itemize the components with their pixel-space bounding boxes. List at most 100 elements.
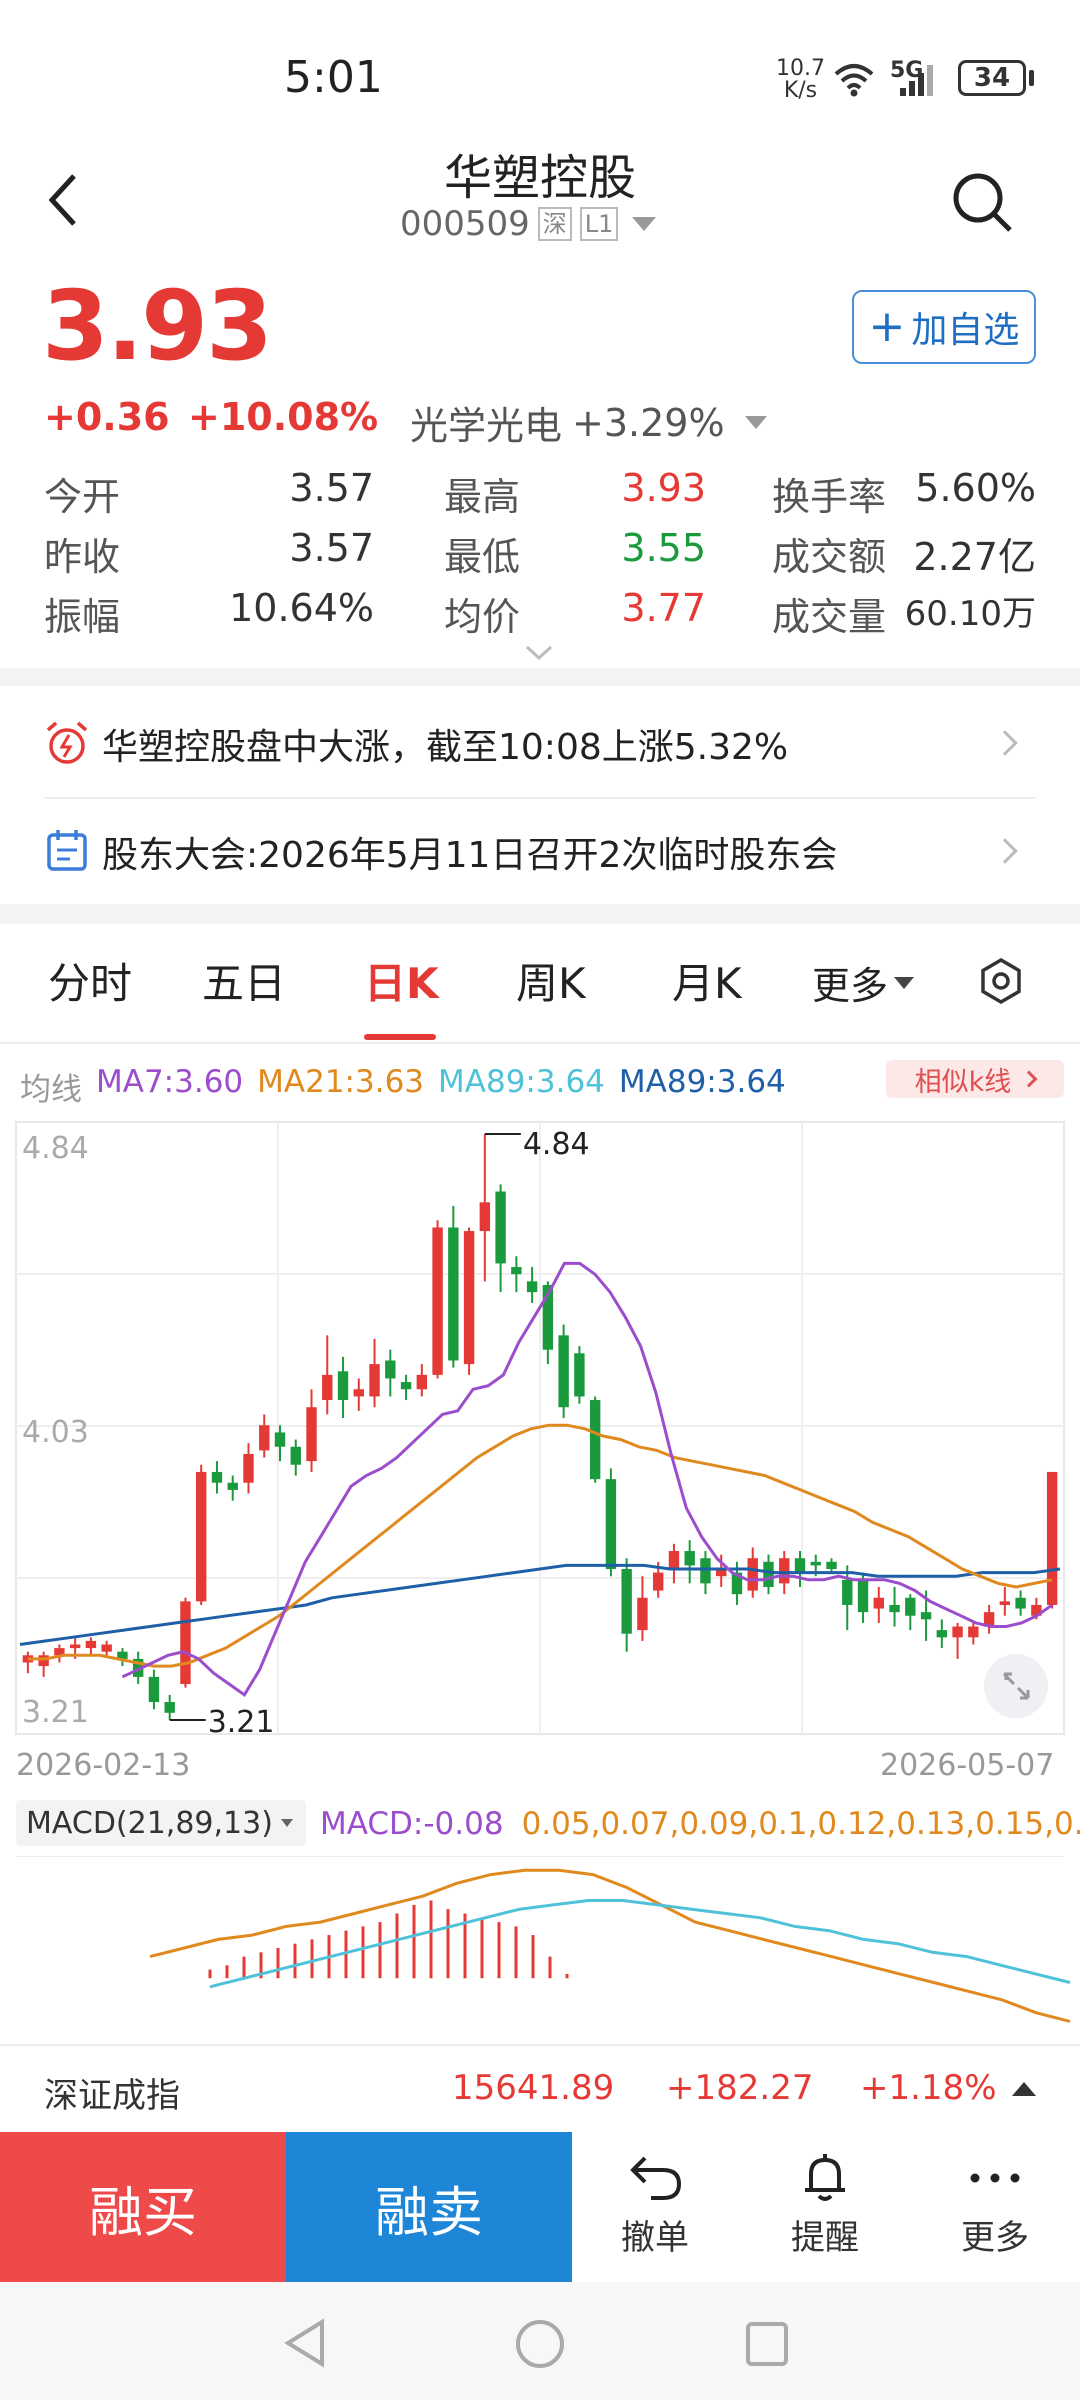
candle — [306, 1407, 317, 1462]
y-tick: 3.21 — [22, 1695, 89, 1730]
candle — [574, 1353, 585, 1397]
candle — [747, 1558, 758, 1591]
add-watch-button[interactable]: + 加自选 — [852, 290, 1036, 364]
candle — [668, 1551, 680, 1570]
candle — [684, 1551, 695, 1566]
nav-home-icon[interactable] — [514, 2318, 566, 2370]
candle — [637, 1597, 648, 1631]
price-change: +0.36 — [44, 395, 170, 439]
chevron-right-icon — [992, 730, 1018, 756]
nav-recents-icon[interactable] — [744, 2320, 790, 2368]
ma89b-value: MA89:3.64 — [618, 1064, 786, 1100]
caret-down-icon — [894, 976, 915, 989]
net-speed-value: 10.7 — [776, 56, 825, 81]
more-dots-icon — [970, 2173, 1020, 2183]
index-value: 15641.89 — [452, 2068, 615, 2108]
plus-icon: + — [868, 301, 906, 352]
stat-amp: 10.64% — [229, 586, 374, 630]
tab-monthly-k[interactable]: 月K — [672, 950, 742, 1011]
undo-icon — [630, 2156, 682, 2200]
y-tick: 4.84 — [22, 1131, 89, 1166]
margin-buy-button[interactable]: 融买 — [0, 2132, 286, 2282]
ma7-line — [121, 1261, 1053, 1697]
ma89a-value: MA89:3.64 — [438, 1064, 605, 1100]
index-name: 深证成指 — [44, 2076, 180, 2116]
candlestick-chart[interactable]: 4.84 4.03 3.21 4.84 3.21 — [0, 1120, 1080, 1740]
tab-weekly-k[interactable]: 周K — [516, 950, 586, 1011]
macd-selector[interactable]: MACD(21,89,13) — [16, 1800, 306, 1846]
divider — [0, 1042, 1080, 1044]
net-speed: 10.7 K/s — [776, 58, 825, 102]
expand-chevron-icon[interactable] — [524, 644, 554, 662]
index-bar[interactable]: 深证成指 15641.89 +182.27 +1.18% — [0, 2044, 1080, 2132]
back-icon[interactable] — [44, 172, 84, 228]
candle — [700, 1558, 711, 1584]
low-marker-label: 3.21 — [208, 1705, 275, 1740]
cancel-order-button[interactable]: 撤单 — [590, 2150, 720, 2270]
candle — [794, 1558, 806, 1573]
news-text: 华塑控股盘中大涨，截至10:08上涨5.32% — [102, 727, 789, 768]
macd-title: MACD(21,89,13) — [26, 1805, 273, 1841]
candle — [511, 1267, 522, 1275]
sector-pct: +3.29% — [572, 400, 725, 445]
divider — [0, 904, 1080, 924]
news-item[interactable]: 华塑控股盘中大涨，截至10:08上涨5.32% — [0, 686, 1080, 798]
wifi-icon — [834, 64, 874, 97]
similar-k-label: 相似k线 — [914, 1066, 1012, 1098]
candle — [353, 1389, 364, 1397]
candle — [652, 1572, 664, 1591]
macd-chart — [16, 1856, 1071, 2023]
similar-k-button[interactable]: 相似k线 — [886, 1060, 1064, 1098]
index-change: +182.27 — [666, 2068, 814, 2108]
candle — [621, 1569, 632, 1634]
search-icon[interactable] — [950, 170, 1016, 236]
alert-button[interactable]: 提醒 — [760, 2150, 890, 2270]
candle — [101, 1644, 112, 1652]
screen: { "status_bar":{"time":"5:01","net_speed… — [0, 0, 1080, 2400]
tab-five-day[interactable]: 五日 — [202, 950, 286, 1011]
exchange-badge: 深 — [537, 207, 572, 241]
stat-prev: 3.57 — [289, 526, 374, 570]
battery-level: 34 — [973, 63, 1011, 93]
stat-amount-label: 成交额 — [772, 535, 887, 579]
candle — [322, 1374, 333, 1401]
divider — [0, 668, 1080, 686]
stat-avg-label: 均价 — [444, 595, 521, 639]
candle — [810, 1561, 821, 1566]
candle — [763, 1561, 774, 1587]
candle — [826, 1561, 837, 1570]
nav-back-icon[interactable] — [282, 2318, 328, 2368]
news-item[interactable]: 股东大会:2026年5月11日召开2次临时股东会 — [0, 798, 1080, 904]
dea-line — [209, 1899, 1071, 1989]
add-watch-label: 加自选 — [911, 310, 1020, 351]
candle — [920, 1612, 932, 1620]
tab-active-indicator — [364, 1034, 436, 1040]
candle — [385, 1360, 396, 1379]
candle — [873, 1597, 884, 1609]
stat-turnover: 5.60% — [915, 466, 1036, 510]
chart-settings-icon[interactable] — [976, 956, 1026, 1006]
fullscreen-button[interactable] — [984, 1654, 1048, 1718]
tab-fenshi[interactable]: 分时 — [48, 950, 132, 1011]
candle — [463, 1231, 475, 1365]
candle — [889, 1604, 900, 1613]
stat-turnover-label: 换手率 — [772, 475, 887, 519]
candle — [857, 1579, 869, 1613]
candle — [259, 1425, 270, 1451]
tab-more[interactable]: 更多 — [812, 955, 915, 1010]
stock-code-row[interactable]: 000509 深 L1 — [400, 204, 657, 244]
candle — [400, 1382, 412, 1390]
caret-down-icon — [280, 1819, 293, 1827]
candle — [495, 1191, 506, 1264]
x-start-date: 2026-02-13 — [16, 1748, 191, 1783]
candle — [274, 1432, 286, 1447]
margin-sell-button[interactable]: 融卖 — [286, 2132, 572, 2282]
level-badge: L1 — [579, 207, 619, 241]
more-button[interactable]: 更多 — [930, 2150, 1060, 2270]
candle — [1015, 1597, 1026, 1609]
candle — [479, 1202, 491, 1232]
sector-link[interactable]: 光学光电 +3.29% — [410, 395, 767, 450]
candle — [69, 1644, 81, 1649]
tab-daily-k[interactable]: 日K — [364, 950, 439, 1011]
expand-icon — [1002, 1672, 1030, 1700]
